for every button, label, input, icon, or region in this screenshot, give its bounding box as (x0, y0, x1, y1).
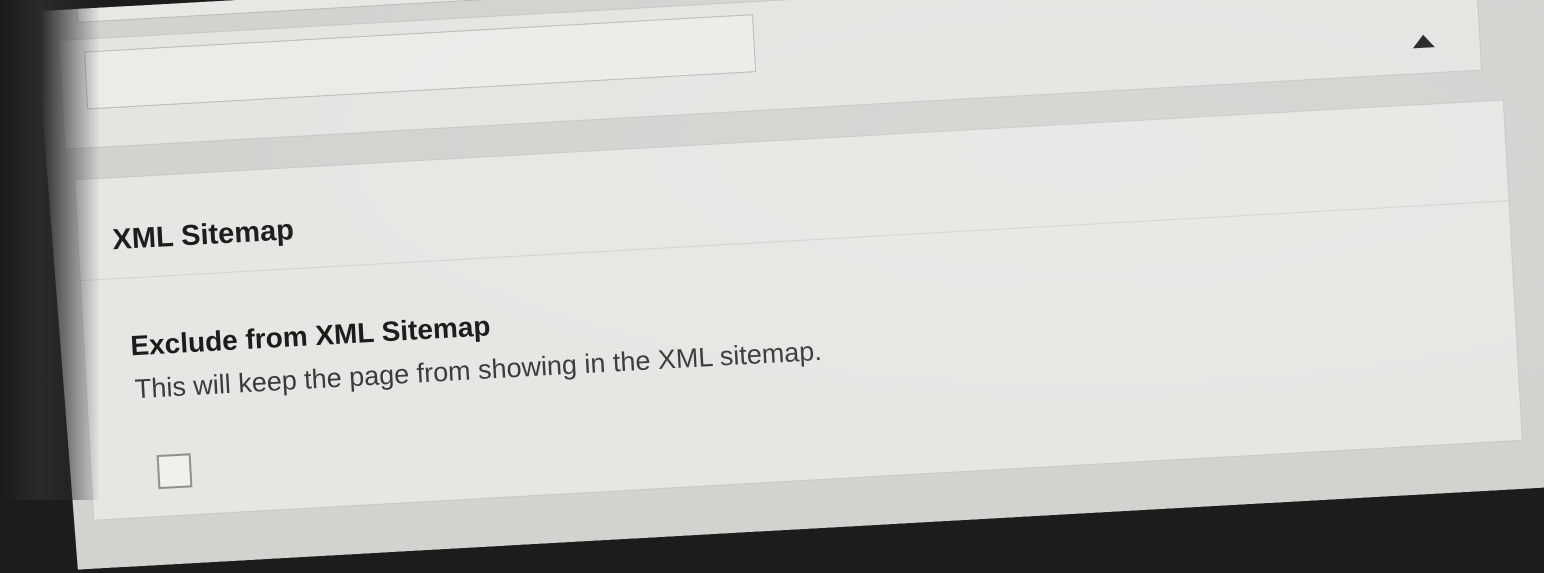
exclude-option-label: Exclude from XML Sitemap (129, 310, 492, 362)
monitor-screen: XML Sitemap Exclude from XML Sitemap Thi… (0, 0, 1544, 573)
collapse-toggle[interactable] (1411, 30, 1436, 51)
exclude-sitemap-checkbox[interactable] (157, 453, 193, 489)
triangle-up-icon (1412, 34, 1435, 48)
xml-sitemap-panel: XML Sitemap Exclude from XML Sitemap Thi… (74, 99, 1523, 520)
xml-sitemap-title: XML Sitemap (111, 214, 295, 257)
